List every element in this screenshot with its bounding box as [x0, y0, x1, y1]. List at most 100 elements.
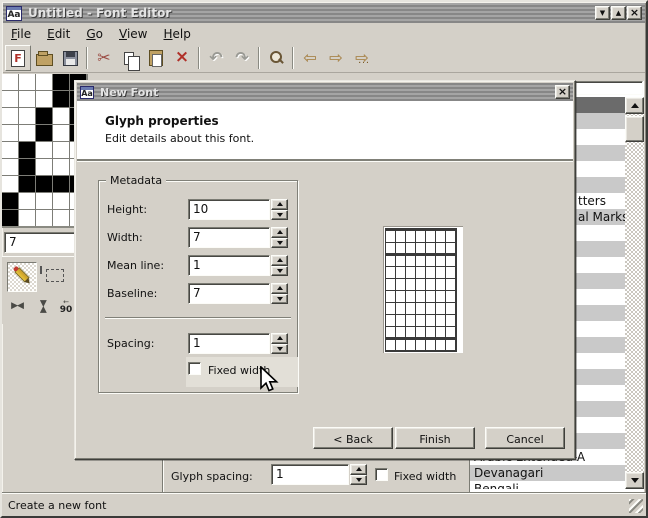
glyph-pixel[interactable] — [36, 142, 52, 158]
menu-help[interactable]: Help — [155, 25, 198, 43]
rotate-90-icon[interactable]: ← 90 — [56, 295, 76, 319]
glyph-pixel[interactable] — [36, 210, 52, 226]
scripts-scrollbar[interactable] — [625, 97, 644, 489]
delete-button[interactable]: × — [169, 45, 195, 71]
spin-down-button[interactable] — [271, 266, 288, 277]
glyph-pixel[interactable] — [19, 108, 35, 124]
spin-up-button[interactable] — [271, 227, 288, 238]
glyph-pixel[interactable] — [19, 193, 35, 209]
glyph-pixel[interactable] — [2, 74, 18, 90]
baseline-value[interactable]: 7 — [188, 283, 270, 304]
height-value[interactable]: 10 — [188, 199, 270, 220]
glyph-pixel[interactable] — [19, 74, 35, 90]
glyph-spacing-spinner[interactable]: 1 — [271, 464, 367, 485]
spin-down-button[interactable] — [271, 294, 288, 305]
glyph-pixel[interactable] — [2, 91, 18, 107]
finish-button[interactable]: Finish — [395, 427, 475, 449]
paste-button[interactable] — [143, 45, 169, 71]
glyph-spacing-value[interactable]: 1 — [271, 464, 349, 485]
glyph-pixel[interactable] — [19, 125, 35, 141]
maximize-button[interactable]: ▲ — [611, 6, 626, 20]
glyph-pixel[interactable] — [19, 142, 35, 158]
menu-file[interactable]: File — [3, 25, 39, 43]
spin-up-button[interactable] — [271, 333, 288, 344]
width-value[interactable]: 7 — [188, 227, 270, 248]
dialog-close-button[interactable]: × — [555, 85, 570, 99]
glyph-pixel[interactable] — [36, 159, 52, 175]
glyph-pixel[interactable] — [36, 74, 52, 90]
glyph-pixel[interactable] — [53, 108, 69, 124]
width-spinner[interactable]: 7 — [188, 227, 288, 248]
glyph-pixel[interactable] — [53, 125, 69, 141]
forward-button[interactable]: ⇨ — [323, 45, 349, 71]
spin-down-button[interactable] — [271, 238, 288, 249]
mean-line-spinner[interactable]: 1 — [188, 255, 288, 276]
dialog-titlebar[interactable]: Aa New Font × — [77, 83, 573, 101]
cut-button[interactable]: ✂ — [91, 45, 117, 71]
glyph-pixel[interactable] — [2, 142, 18, 158]
back-button[interactable]: < Back — [313, 427, 393, 449]
glyph-pixel[interactable] — [53, 193, 69, 209]
list-item[interactable]: Devanagari — [470, 465, 626, 481]
glyph-pixel[interactable] — [53, 74, 69, 90]
spin-up-button[interactable] — [350, 464, 367, 475]
scroll-up-button[interactable] — [625, 97, 644, 114]
new-button[interactable]: F — [5, 45, 31, 71]
glyph-pixel[interactable] — [2, 210, 18, 226]
glyph-pixel[interactable] — [36, 91, 52, 107]
pencil-tool-button[interactable] — [7, 262, 37, 292]
scroll-thumb[interactable] — [625, 116, 644, 142]
glyph-pixel[interactable] — [53, 176, 69, 192]
menu-edit[interactable]: Edit — [39, 25, 78, 43]
undo-button[interactable]: ↶ — [203, 45, 229, 71]
spin-down-button[interactable] — [271, 344, 288, 355]
glyph-pixel[interactable] — [19, 159, 35, 175]
baseline-spinner[interactable]: 7 — [188, 283, 288, 304]
glyph-pixel[interactable] — [2, 159, 18, 175]
open-button[interactable] — [31, 45, 57, 71]
menu-go[interactable]: Go — [78, 25, 111, 43]
goto-button[interactable]: ⇨ — [349, 45, 375, 71]
mean-line-value[interactable]: 1 — [188, 255, 270, 276]
scroll-down-button[interactable] — [625, 472, 644, 489]
glyph-pixel[interactable] — [19, 176, 35, 192]
glyph-pixel[interactable] — [2, 193, 18, 209]
glyph-pixel[interactable] — [36, 176, 52, 192]
menu-view[interactable]: View — [111, 25, 155, 43]
flip-horizontal-icon[interactable]: ▶◀ — [6, 295, 28, 317]
back-button[interactable]: ⇦ — [297, 45, 323, 71]
minimize-button[interactable]: ▼ — [595, 6, 610, 20]
save-button[interactable] — [57, 45, 83, 71]
glyph-width-field[interactable]: 7 — [4, 232, 80, 253]
close-button[interactable]: × — [627, 6, 642, 20]
glyph-pixel[interactable] — [2, 176, 18, 192]
resize-grip[interactable] — [629, 499, 643, 513]
copy-button[interactable] — [117, 45, 143, 71]
glyph-pixel[interactable] — [36, 125, 52, 141]
spacing-spinner[interactable]: 1 — [188, 333, 288, 354]
window-titlebar[interactable]: Aa Untitled - Font Editor ▼ ▲ × — [3, 3, 645, 23]
select-tool-icon[interactable] — [46, 269, 64, 282]
glyph-pixel[interactable] — [2, 125, 18, 141]
glyph-pixel[interactable] — [19, 210, 35, 226]
fixed-width-checkbox[interactable] — [188, 362, 201, 375]
glyph-pixel[interactable] — [53, 210, 69, 226]
cancel-button[interactable]: Cancel — [485, 427, 565, 449]
glyph-pixel[interactable] — [19, 91, 35, 107]
spin-up-button[interactable] — [271, 283, 288, 294]
list-item[interactable]: Bengali — [470, 481, 626, 489]
glyph-pixel[interactable] — [53, 142, 69, 158]
glyph-pixel[interactable] — [36, 193, 52, 209]
glyph-pixel[interactable] — [36, 108, 52, 124]
spacing-value[interactable]: 1 — [188, 333, 270, 354]
redo-button[interactable]: ↷ — [229, 45, 255, 71]
spin-down-button[interactable] — [350, 475, 367, 486]
fixed-width-checkbox-bottom[interactable] — [375, 468, 388, 481]
height-spinner[interactable]: 10 — [188, 199, 288, 220]
glyph-pixel[interactable] — [2, 108, 18, 124]
zoom-button[interactable] — [263, 45, 289, 71]
glyph-pixel[interactable] — [53, 91, 69, 107]
spin-up-button[interactable] — [271, 255, 288, 266]
spin-up-button[interactable] — [271, 199, 288, 210]
glyph-pixel[interactable] — [53, 159, 69, 175]
